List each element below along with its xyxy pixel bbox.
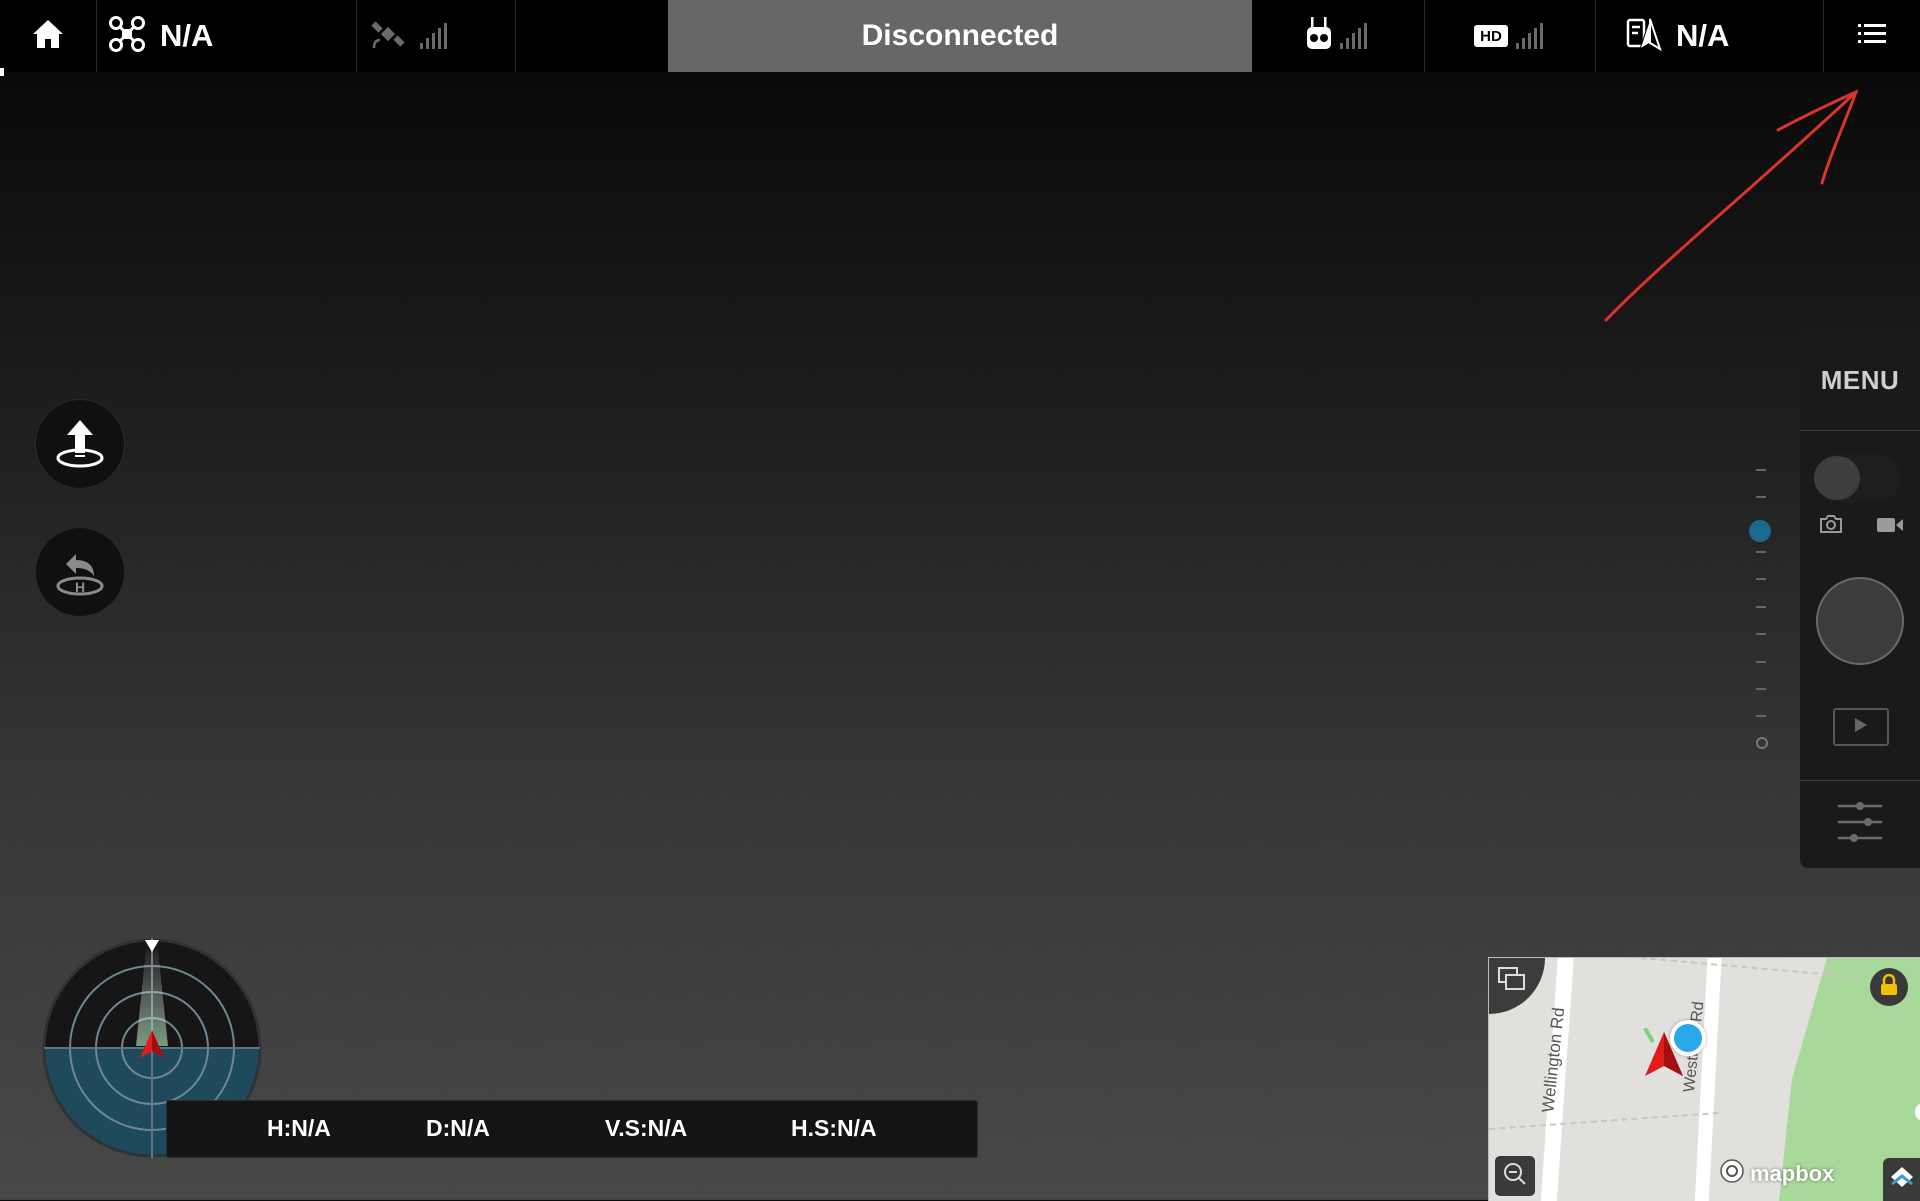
hd-icon: HD <box>1474 25 1508 47</box>
satellite-icon <box>370 16 406 57</box>
video-mode-icon[interactable] <box>1876 516 1904 539</box>
height-value: H:N/A <box>267 1115 331 1141</box>
connection-status[interactable]: Disconnected <box>668 0 1252 72</box>
hd-signal-bars <box>1516 23 1543 49</box>
telemetry-bar: H:N/A D:N/A V.S:N/A H.S:N/A <box>166 1100 978 1158</box>
top-left-marker <box>0 68 4 76</box>
video-link-status[interactable]: HD <box>1474 0 1543 72</box>
mapbox-attribution: mapbox <box>1750 1161 1835 1186</box>
gps-status[interactable] <box>370 0 447 72</box>
photo-mode-icon[interactable] <box>1819 514 1843 539</box>
gps-signal-bars <box>420 23 447 49</box>
horizontal-speed-value: H.S:N/A <box>791 1115 877 1141</box>
map-toggle-button[interactable] <box>1489 958 1545 1014</box>
annotation-arrow <box>1604 89 1859 322</box>
remote-controller-status[interactable] <box>1306 0 1367 72</box>
aircraft-status-text: N/A <box>160 18 214 53</box>
map-toggle-icon <box>1497 966 1525 997</box>
mapbox-logo: mapbox <box>1719 1158 1834 1190</box>
camera-settings-button[interactable] <box>1800 781 1920 868</box>
aircraft-status[interactable]: N/A <box>108 0 213 72</box>
zoom-ruler-end <box>1756 737 1768 749</box>
return-home-button[interactable]: H <box>35 527 125 617</box>
map-road-minor <box>1489 1111 1719 1133</box>
zoom-ruler-indicator[interactable] <box>1749 520 1771 542</box>
photo-video-toggle[interactable] <box>1814 454 1900 502</box>
top-status-bar: N/A Disconnected HD N/A <box>0 0 1920 72</box>
settings-sliders-icon <box>1836 798 1884 851</box>
return-home-icon: H <box>52 542 108 603</box>
playback-button[interactable] <box>1833 708 1889 746</box>
distance-value: D:N/A <box>426 1115 490 1141</box>
home-button[interactable] <box>0 0 96 72</box>
takeoff-button[interactable] <box>35 399 125 489</box>
camera-control-panel: MENU <box>1800 330 1920 868</box>
drone-icon <box>108 15 146 58</box>
rc-signal-bars <box>1340 23 1367 49</box>
map-layers-button[interactable] <box>1883 1158 1920 1201</box>
layers-icon <box>1889 1164 1915 1195</box>
map-edge-handle[interactable] <box>1915 1104 1920 1120</box>
vertical-speed-value: V.S:N/A <box>605 1115 688 1141</box>
flight-mode-status[interactable]: N/A <box>1626 0 1729 72</box>
map-zoom-out-button[interactable] <box>1495 1156 1535 1196</box>
playback-icon <box>1854 717 1868 738</box>
flight-mode-text: N/A <box>1676 18 1730 53</box>
map-location-dot <box>1670 1020 1706 1056</box>
toggle-knob <box>1814 456 1860 500</box>
mapbox-icon <box>1719 1158 1745 1190</box>
home-icon <box>31 18 65 55</box>
shutter-button[interactable] <box>1816 577 1904 665</box>
takeoff-icon <box>52 414 108 475</box>
zoom-out-icon <box>1503 1162 1527 1191</box>
flight-mode-icon <box>1626 16 1662 56</box>
remote-controller-icon <box>1306 16 1332 56</box>
list-menu-button[interactable] <box>1823 0 1920 72</box>
mini-map[interactable]: Wellington Rd Westmi... Rd <box>1488 957 1920 1201</box>
lock-icon <box>1880 973 1898 1001</box>
menu-button[interactable]: MENU <box>1800 330 1920 430</box>
map-lock-button[interactable] <box>1870 968 1908 1006</box>
svg-text:H: H <box>75 579 85 595</box>
list-menu-icon <box>1857 22 1886 51</box>
